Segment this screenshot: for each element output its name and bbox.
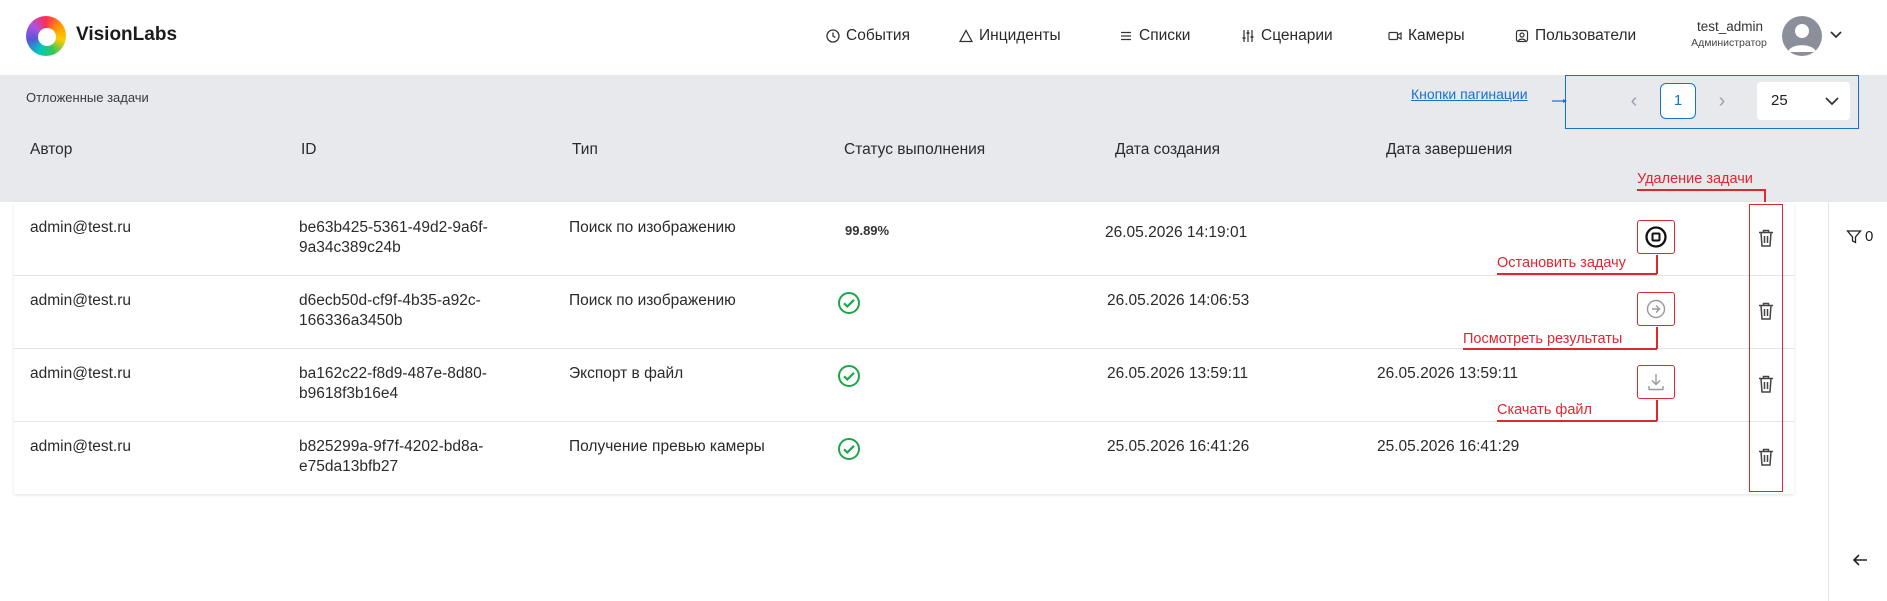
nav-lists[interactable]: Списки bbox=[1119, 24, 1190, 48]
table-row-author: admin@test.ru bbox=[30, 219, 132, 236]
view-annotation-underline bbox=[1463, 348, 1657, 350]
nav-events[interactable]: События bbox=[826, 24, 910, 48]
users-icon bbox=[1515, 29, 1529, 43]
check-circle-icon bbox=[838, 292, 860, 314]
delete-annotation-pointer bbox=[1764, 189, 1766, 202]
table-row-created: 26.05.2026 14:06:53 bbox=[1107, 292, 1250, 309]
list-icon bbox=[1121, 31, 1131, 41]
warning-icon bbox=[959, 29, 973, 43]
clock-icon bbox=[826, 29, 840, 43]
nav-scenarios[interactable]: Сценарии bbox=[1241, 24, 1333, 48]
id-line2: b9618f3b16e4 bbox=[299, 385, 399, 402]
filter-icon bbox=[1846, 229, 1862, 244]
id-line1: be63b425-5361-49d2-9a6f- bbox=[299, 219, 488, 236]
id-line1: ba162c22-f8d9-487e-8d80- bbox=[299, 365, 487, 382]
delete-annotation: Удаление задачи bbox=[1637, 171, 1753, 187]
column-status[interactable]: Статус выполнения bbox=[844, 141, 985, 159]
id-line1: b825299a-9f7f-4202-bd8a- bbox=[299, 438, 484, 455]
stop-annotation-underline bbox=[1497, 273, 1657, 275]
table-row-id[interactable]: be63b425-5361-49d2-9a6f- 9a34c389c24b bbox=[299, 218, 488, 258]
nav-cameras[interactable]: Камеры bbox=[1388, 24, 1465, 48]
nav-users[interactable]: Пользователи bbox=[1515, 24, 1636, 48]
table-row-created: 26.05.2026 13:59:11 bbox=[1107, 365, 1249, 382]
table-row-type: Поиск по изображению bbox=[569, 219, 736, 236]
progress-percent: 99.89% bbox=[845, 223, 890, 238]
column-id[interactable]: ID bbox=[301, 141, 317, 159]
table-row-type: Поиск по изображению bbox=[569, 292, 736, 309]
column-created[interactable]: Дата создания bbox=[1115, 141, 1220, 159]
table-row-finished: 26.05.2026 13:59:11 bbox=[1377, 365, 1519, 382]
page-size-select[interactable]: 25 bbox=[1757, 82, 1850, 120]
table-row-type: Получение превью камеры bbox=[569, 438, 765, 455]
brand-name[interactable]: VisionLabs bbox=[76, 24, 177, 46]
avatar-icon[interactable] bbox=[1782, 16, 1822, 56]
nav-incidents-label: Инциденты bbox=[979, 27, 1061, 44]
stop-annotation: Остановить задачу bbox=[1497, 255, 1626, 271]
download-annotation: Скачать файл bbox=[1497, 402, 1592, 418]
stop-task-button[interactable] bbox=[1637, 220, 1675, 254]
view-annotation-pointer bbox=[1656, 327, 1658, 349]
check-circle-icon bbox=[838, 365, 860, 387]
column-type[interactable]: Тип bbox=[572, 141, 598, 159]
nav-scenarios-label: Сценарии bbox=[1261, 27, 1333, 44]
view-annotation: Посмотреть результаты bbox=[1463, 331, 1623, 347]
column-finished[interactable]: Дата завершения bbox=[1386, 141, 1512, 159]
download-file-button[interactable] bbox=[1637, 365, 1675, 399]
nav-users-label: Пользователи bbox=[1535, 27, 1637, 44]
row-divider bbox=[14, 275, 1794, 276]
nav-cameras-label: Камеры bbox=[1408, 27, 1465, 44]
user-name: test_admin bbox=[1696, 19, 1764, 34]
nav-incidents[interactable]: Инциденты bbox=[959, 24, 1061, 48]
filter-sidebar bbox=[1828, 202, 1887, 601]
download-annotation-underline bbox=[1497, 420, 1657, 422]
check-circle-icon bbox=[838, 438, 860, 460]
nav-lists-label: Списки bbox=[1139, 27, 1191, 44]
id-line2: 166336a3450b bbox=[299, 312, 403, 329]
filter-button[interactable]: 0 bbox=[1846, 228, 1873, 245]
pagination-page-button[interactable]: 1 bbox=[1660, 83, 1696, 119]
page-size-value: 25 bbox=[1771, 92, 1788, 109]
chevron-left-icon[interactable]: ‹ bbox=[1622, 89, 1646, 113]
column-author[interactable]: Автор bbox=[30, 141, 72, 159]
table-row-created: 26.05.2026 14:19:01 bbox=[1105, 224, 1248, 241]
table-row-id[interactable]: d6ecb50d-cf9f-4b35-a92c- 166336a3450b bbox=[299, 291, 481, 331]
id-line2: e75da13bfb27 bbox=[299, 458, 399, 475]
arrow-left-icon[interactable] bbox=[1850, 550, 1870, 570]
view-results-icon bbox=[1646, 299, 1666, 319]
download-icon bbox=[1648, 374, 1664, 391]
table-row-created: 25.05.2026 16:41:26 bbox=[1107, 438, 1250, 455]
table-row-id[interactable]: ba162c22-f8d9-487e-8d80- b9618f3b16e4 bbox=[299, 364, 487, 404]
sliders-icon bbox=[1242, 30, 1254, 42]
table-row-author: admin@test.ru bbox=[30, 365, 132, 382]
nav-events-label: События bbox=[846, 27, 910, 44]
chevron-down-icon[interactable] bbox=[1828, 26, 1844, 42]
table-row-author: admin@test.ru bbox=[30, 292, 132, 309]
breadcrumb: Отложенные задачи bbox=[26, 90, 149, 105]
table-row-author: admin@test.ru bbox=[30, 438, 132, 455]
view-results-button[interactable] bbox=[1637, 292, 1675, 326]
user-role: Администратор bbox=[1691, 37, 1767, 49]
id-line2: 9a34c389c24b bbox=[299, 239, 401, 256]
table-row-finished: 25.05.2026 16:41:29 bbox=[1377, 438, 1520, 455]
table-row-id[interactable]: b825299a-9f7f-4202-bd8a- e75da13bfb27 bbox=[299, 437, 483, 477]
logo-center bbox=[38, 28, 56, 46]
filter-count: 0 bbox=[1865, 228, 1874, 245]
chevron-right-icon[interactable]: › bbox=[1710, 89, 1734, 113]
pagination-annotation: Кнопки пагинации bbox=[1411, 86, 1528, 102]
table-row-type: Экспорт в файл bbox=[569, 365, 684, 382]
download-annotation-pointer bbox=[1656, 400, 1658, 421]
camera-icon bbox=[1388, 31, 1402, 41]
id-line1: d6ecb50d-cf9f-4b35-a92c- bbox=[299, 292, 481, 309]
stop-annotation-pointer bbox=[1656, 255, 1658, 274]
delete-column-highlight bbox=[1749, 204, 1783, 492]
chevron-down-icon bbox=[1825, 97, 1839, 106]
stop-icon bbox=[1645, 226, 1667, 248]
delete-annotation-underline bbox=[1637, 189, 1765, 191]
